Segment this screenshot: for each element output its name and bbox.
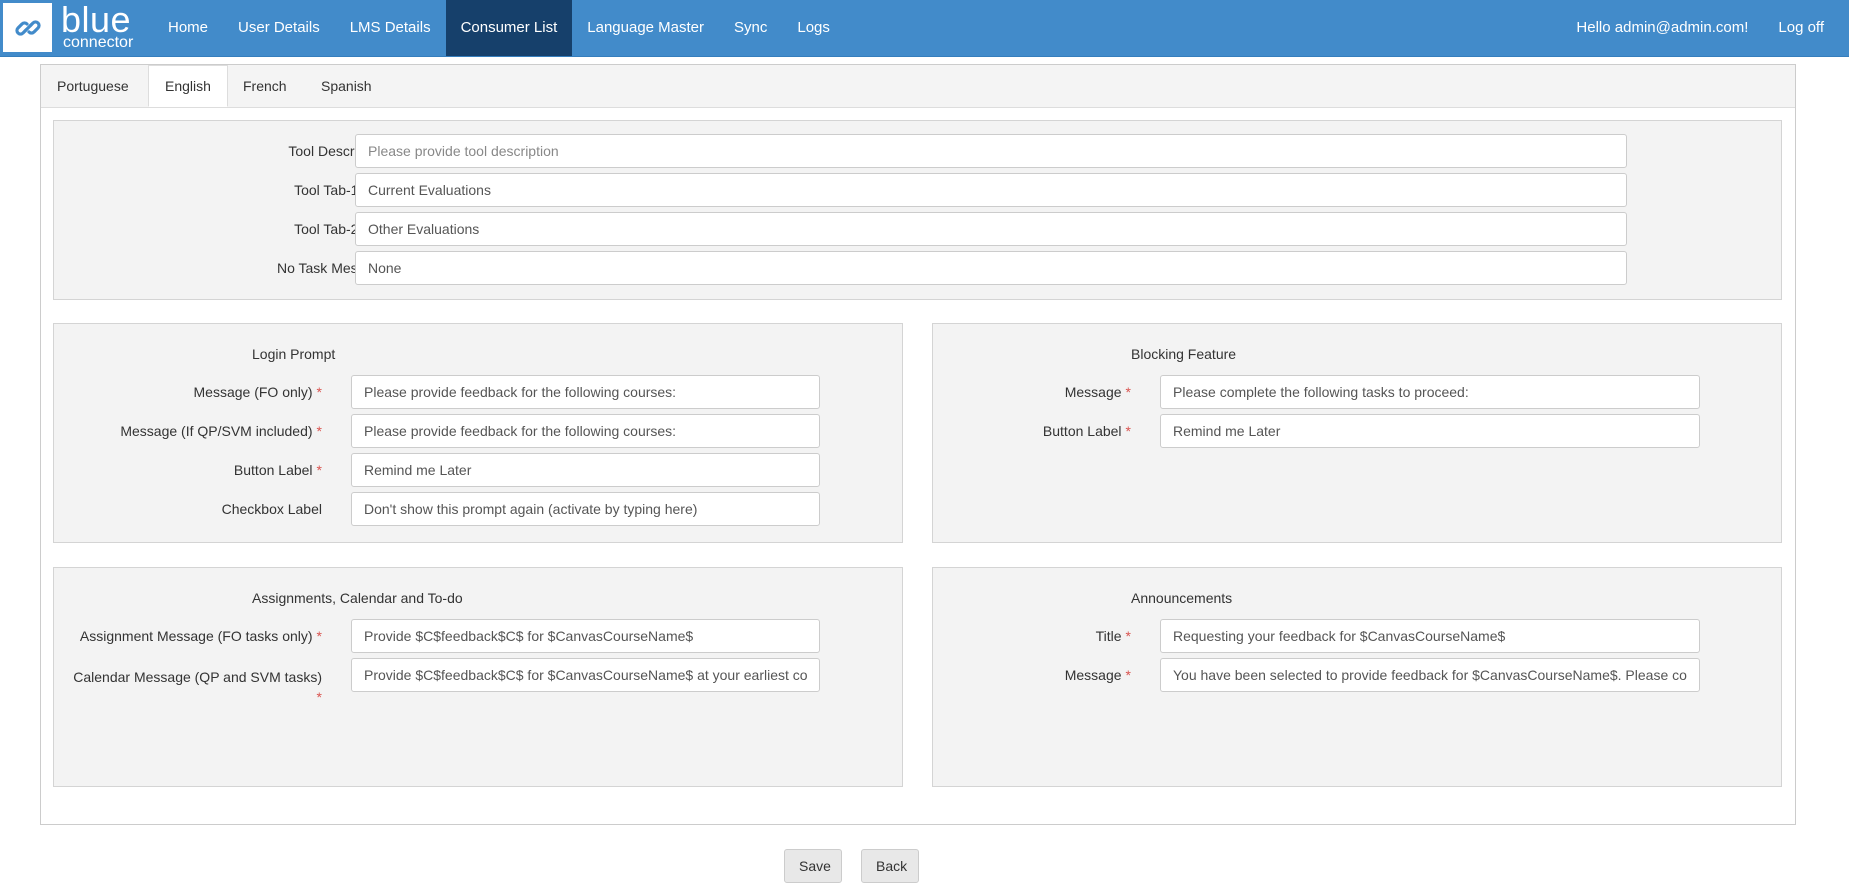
- language-tab-bar: Portuguese English French Spanish: [41, 65, 1795, 108]
- assignment-message-input[interactable]: [351, 619, 820, 653]
- nav-user-details[interactable]: User Details: [223, 0, 335, 56]
- login-button-label-text: Button Label: [233, 462, 313, 478]
- calendar-message-label: Calendar Message (QP and SVM tasks) *: [73, 667, 322, 707]
- blocking-button-label-text: Button Label: [1042, 423, 1122, 439]
- login-checkbox-label: Checkbox Label: [221, 501, 322, 517]
- announcement-title-input[interactable]: [1160, 619, 1700, 653]
- brand-sub: connector: [63, 34, 134, 51]
- language-tab-container: Portuguese English French Spanish Tool D…: [40, 64, 1796, 825]
- nav-home[interactable]: Home: [153, 0, 223, 56]
- required-marker: *: [1125, 667, 1131, 683]
- tool-settings-panel: Tool Description Tool Tab-1 Title Tool T…: [53, 120, 1782, 300]
- link-icon: [14, 19, 41, 36]
- login-checkbox-input[interactable]: [351, 492, 820, 526]
- blocking-feature-panel: Blocking Feature Message* Button Label*: [932, 323, 1782, 543]
- announcement-title-label: Title *: [1096, 628, 1131, 644]
- announcement-message-label-text: Message: [1064, 667, 1122, 683]
- tab-english[interactable]: English: [148, 65, 228, 107]
- calendar-message-input[interactable]: [351, 658, 820, 692]
- blocking-message-label-text: Message: [1064, 384, 1122, 400]
- required-marker: *: [1125, 628, 1131, 644]
- tab-french[interactable]: French: [227, 65, 303, 107]
- required-marker: *: [316, 423, 322, 439]
- assignment-message-label: Assignment Message (FO tasks only) *: [80, 628, 322, 644]
- nav-consumer-list[interactable]: Consumer List: [445, 0, 573, 56]
- announcement-message-label: Message *: [1065, 667, 1131, 683]
- nav-sync[interactable]: Sync: [719, 0, 782, 56]
- brand-main: blue: [61, 0, 132, 40]
- calendar-message-label-text: Calendar Message (QP and SVM tasks): [73, 669, 322, 685]
- top-navbar: blue connector Home User Details LMS Det…: [0, 0, 1849, 57]
- nav-logs[interactable]: Logs: [782, 0, 845, 56]
- required-marker: *: [1125, 423, 1131, 439]
- login-qp-input[interactable]: [351, 414, 820, 448]
- blocking-message-input[interactable]: [1160, 375, 1700, 409]
- tool-description-input[interactable]: [355, 134, 1627, 168]
- tool-tab1-input[interactable]: [355, 173, 1627, 207]
- required-marker: *: [1125, 384, 1131, 400]
- nav-language-master[interactable]: Language Master: [572, 0, 719, 56]
- login-fo-label: Message (FO only) *: [194, 384, 323, 400]
- required-marker: *: [316, 628, 322, 644]
- announcements-title: Announcements: [1131, 590, 1233, 606]
- login-button-input[interactable]: [351, 453, 820, 487]
- tab-spanish[interactable]: Spanish: [305, 65, 388, 107]
- assignment-message-label-text: Assignment Message (FO tasks only): [79, 628, 313, 644]
- assignments-panel: Assignments, Calendar and To-do Assignme…: [53, 567, 903, 787]
- login-fo-label-text: Message (FO only): [193, 384, 313, 400]
- user-greeting[interactable]: Hello admin@admin.com!: [1561, 0, 1763, 56]
- blocking-button-input[interactable]: [1160, 414, 1700, 448]
- required-marker: *: [316, 462, 322, 478]
- nav-links: Home User Details LMS Details Consumer L…: [153, 0, 845, 56]
- nav-lms-details[interactable]: LMS Details: [335, 0, 446, 56]
- login-qp-label: Message (If QP/SVM included) *: [120, 423, 322, 439]
- brand[interactable]: blue connector: [61, 2, 133, 51]
- login-prompt-title: Login Prompt: [252, 346, 336, 362]
- login-fo-input[interactable]: [351, 375, 820, 409]
- assignments-title: Assignments, Calendar and To-do: [252, 590, 463, 606]
- blocking-feature-title: Blocking Feature: [1131, 346, 1237, 362]
- tab-portuguese[interactable]: Portuguese: [41, 65, 145, 107]
- blocking-message-label: Message *: [1065, 384, 1131, 400]
- blocking-button-label: Button Label *: [1043, 423, 1131, 439]
- login-button-label: Button Label *: [234, 462, 322, 478]
- logoff-link[interactable]: Log off: [1763, 0, 1839, 56]
- tool-tab2-input[interactable]: [355, 212, 1627, 246]
- required-marker: *: [316, 689, 322, 705]
- login-qp-label-text: Message (If QP/SVM included): [120, 423, 313, 439]
- nav-right: Hello admin@admin.com! Log off: [1561, 0, 1839, 56]
- login-prompt-panel: Login Prompt Message (FO only)* Message …: [53, 323, 903, 543]
- announcement-title-label-text: Title: [1095, 628, 1122, 644]
- no-task-message-input[interactable]: [355, 251, 1627, 285]
- back-button[interactable]: Back: [861, 849, 919, 883]
- announcement-message-input[interactable]: [1160, 658, 1700, 692]
- logo[interactable]: [3, 3, 52, 52]
- required-marker: *: [316, 384, 322, 400]
- save-button[interactable]: Save: [784, 849, 842, 883]
- announcements-panel: Announcements Title* Message*: [932, 567, 1782, 787]
